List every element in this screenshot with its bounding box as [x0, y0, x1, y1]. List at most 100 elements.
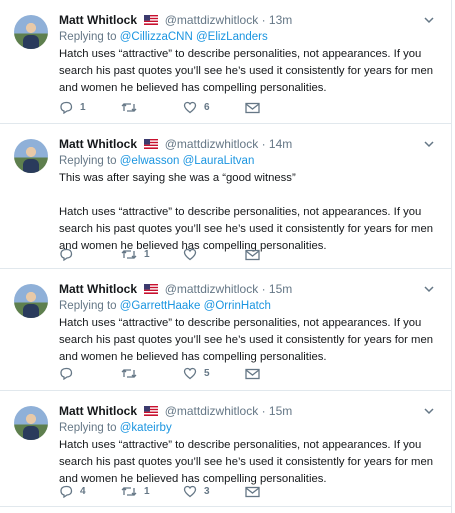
reply-icon: [60, 248, 73, 261]
tweet-text: Hatch uses “attractive” to describe pers…: [59, 437, 445, 488]
user-name[interactable]: Matt Whitlock: [59, 13, 137, 27]
dm-button[interactable]: [245, 367, 307, 380]
avatar[interactable]: [14, 15, 48, 49]
like-button[interactable]: 5: [183, 367, 245, 380]
like-button[interactable]: 6: [183, 101, 245, 114]
chevron-down-icon[interactable]: [423, 283, 435, 295]
replying-to-label: Replying to: [59, 300, 117, 312]
retweet-count: 1: [144, 486, 150, 497]
retweet-button[interactable]: [121, 101, 183, 114]
tweet-content: Matt Whitlock @mattdizwhitlock · 13m Rep…: [59, 12, 445, 97]
reply-button[interactable]: 1: [59, 101, 121, 114]
retweet-button[interactable]: 1: [121, 248, 183, 261]
tweet-actions: 4 1 3: [59, 485, 307, 498]
timestamp[interactable]: 13m: [269, 13, 292, 27]
like-button[interactable]: [183, 248, 245, 261]
user-name[interactable]: Matt Whitlock: [59, 137, 137, 151]
tweet[interactable]: Matt Whitlock @mattdizwhitlock · 13m Rep…: [0, 0, 452, 124]
timestamp[interactable]: 14m: [269, 137, 292, 151]
tweet-paragraph: Hatch uses “attractive” to describe pers…: [59, 48, 434, 94]
mention-link[interactable]: @OrrinHatch: [204, 300, 271, 312]
tweet[interactable]: Matt Whitlock @mattdizwhitlock · 14m Rep…: [0, 124, 452, 269]
tweet-feed: Matt Whitlock @mattdizwhitlock · 13m Rep…: [0, 0, 455, 513]
reply-button[interactable]: [59, 367, 121, 380]
tweet-header: Matt Whitlock @mattdizwhitlock · 13m: [59, 12, 445, 29]
like-count: 3: [204, 486, 210, 497]
retweet-count: 1: [144, 249, 150, 260]
reply-icon: [60, 485, 73, 498]
avatar[interactable]: [14, 406, 48, 440]
reply-icon: [60, 367, 73, 380]
tweet-actions: 1: [59, 248, 307, 261]
avatar[interactable]: [14, 139, 48, 173]
mention-link[interactable]: @elwasson: [120, 155, 180, 167]
us-flag-icon: [144, 15, 159, 25]
chevron-down-icon[interactable]: [423, 405, 435, 417]
replying-to: Replying to @elwasson @LauraLitvan: [59, 153, 445, 170]
tweet-text: Hatch uses “attractive” to describe pers…: [59, 315, 445, 366]
user-handle[interactable]: @mattdizwhitlock: [165, 13, 259, 27]
replying-to: Replying to @CillizzaCNN @ElizLanders: [59, 29, 445, 46]
reply-count: 1: [80, 102, 86, 113]
timestamp[interactable]: 15m: [269, 404, 292, 418]
heart-icon: [183, 248, 197, 261]
timestamp[interactable]: 15m: [269, 282, 292, 296]
mention-link[interactable]: @CillizzaCNN: [120, 31, 193, 43]
replying-to-label: Replying to: [59, 155, 117, 167]
us-flag-icon: [144, 406, 159, 416]
replying-to-label: Replying to: [59, 422, 117, 434]
reply-count: 4: [80, 486, 86, 497]
heart-icon: [183, 485, 197, 498]
tweet-content: Matt Whitlock @mattdizwhitlock · 14m Rep…: [59, 136, 445, 255]
tweet-paragraph: This was after saying she was a “good wi…: [59, 172, 296, 184]
envelope-icon: [245, 368, 260, 379]
mention-link[interactable]: @GarrettHaake: [120, 300, 201, 312]
mention-link[interactable]: @LauraLitvan: [183, 155, 255, 167]
separator-dot: ·: [261, 404, 266, 418]
envelope-icon: [245, 249, 260, 260]
separator-dot: ·: [261, 282, 266, 296]
chevron-down-icon[interactable]: [423, 138, 435, 150]
tweet[interactable]: Matt Whitlock @mattdizwhitlock · 15m Rep…: [0, 269, 452, 391]
dm-button[interactable]: [245, 101, 307, 114]
tweet-text: This was after saying she was a “good wi…: [59, 170, 445, 255]
user-name[interactable]: Matt Whitlock: [59, 404, 137, 418]
retweet-icon: [121, 487, 137, 496]
envelope-icon: [245, 102, 260, 113]
tweet-header: Matt Whitlock @mattdizwhitlock · 15m: [59, 281, 445, 298]
reply-button[interactable]: 4: [59, 485, 121, 498]
retweet-button[interactable]: 1: [121, 485, 183, 498]
retweet-button[interactable]: [121, 367, 183, 380]
mention-link[interactable]: @kateirby: [120, 422, 172, 434]
replying-to: Replying to @GarrettHaake @OrrinHatch: [59, 298, 445, 315]
next-tweet-partial: [0, 507, 452, 513]
tweet-text: Hatch uses “attractive” to describe pers…: [59, 46, 445, 97]
tweet-paragraph: Hatch uses “attractive” to describe pers…: [59, 317, 434, 363]
avatar[interactable]: [14, 284, 48, 318]
tweet[interactable]: Matt Whitlock @mattdizwhitlock · 15m Rep…: [0, 391, 452, 507]
tweet-actions: 5: [59, 367, 307, 380]
like-button[interactable]: 3: [183, 485, 245, 498]
retweet-icon: [121, 250, 137, 259]
heart-icon: [183, 101, 197, 114]
user-handle[interactable]: @mattdizwhitlock: [165, 137, 259, 151]
dm-button[interactable]: [245, 248, 307, 261]
tweet-header: Matt Whitlock @mattdizwhitlock · 14m: [59, 136, 445, 153]
tweet-content: Matt Whitlock @mattdizwhitlock · 15m Rep…: [59, 403, 445, 488]
like-count: 6: [204, 102, 210, 113]
tweet-actions: 1 6: [59, 101, 307, 114]
chevron-down-icon[interactable]: [423, 14, 435, 26]
user-name[interactable]: Matt Whitlock: [59, 282, 137, 296]
dm-button[interactable]: [245, 485, 307, 498]
tweet-header: Matt Whitlock @mattdizwhitlock · 15m: [59, 403, 445, 420]
us-flag-icon: [144, 284, 159, 294]
user-handle[interactable]: @mattdizwhitlock: [165, 404, 259, 418]
reply-button[interactable]: [59, 248, 121, 261]
heart-icon: [183, 367, 197, 380]
user-handle[interactable]: @mattdizwhitlock: [165, 282, 259, 296]
like-count: 5: [204, 368, 210, 379]
replying-to: Replying to @kateirby: [59, 420, 445, 437]
envelope-icon: [245, 486, 260, 497]
us-flag-icon: [144, 139, 159, 149]
mention-link[interactable]: @ElizLanders: [196, 31, 268, 43]
